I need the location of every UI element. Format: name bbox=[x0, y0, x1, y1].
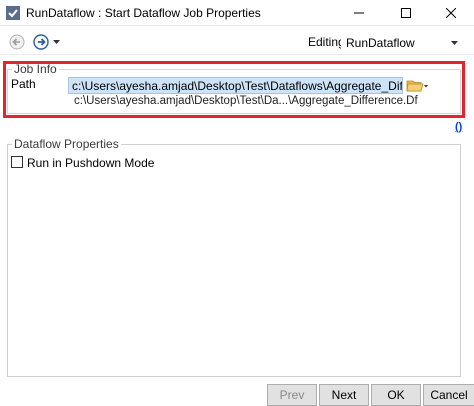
pushdown-checkbox[interactable] bbox=[11, 156, 23, 168]
minimize-icon bbox=[354, 12, 364, 14]
back-icon[interactable] bbox=[9, 34, 25, 50]
dataflow-properties-group: Dataflow Properties bbox=[7, 137, 461, 377]
maximize-icon bbox=[401, 8, 411, 18]
help-link[interactable]: () bbox=[455, 121, 462, 133]
highlight-box bbox=[3, 61, 465, 118]
pushdown-label[interactable]: Run in Pushdown Mode bbox=[27, 156, 154, 170]
cancel-button[interactable]: Cancel bbox=[423, 384, 474, 406]
minimize-button[interactable] bbox=[336, 0, 382, 26]
prev-button[interactable]: Prev bbox=[267, 384, 317, 406]
next-button[interactable]: Next bbox=[319, 384, 369, 406]
editing-value: RunDataflow bbox=[346, 36, 415, 50]
title-bar: RunDataflow : Start Dataflow Job Propert… bbox=[0, 0, 474, 26]
forward-icon[interactable] bbox=[33, 34, 49, 50]
close-button[interactable] bbox=[428, 0, 474, 26]
chevron-down-icon[interactable] bbox=[53, 40, 60, 45]
ok-button[interactable]: OK bbox=[371, 384, 421, 406]
maximize-button[interactable] bbox=[383, 0, 429, 26]
app-icon bbox=[6, 6, 20, 20]
chevron-down-icon bbox=[451, 41, 458, 45]
editing-select[interactable]: RunDataflow bbox=[341, 33, 463, 51]
dataflow-properties-legend: Dataflow Properties bbox=[12, 137, 121, 151]
window-title: RunDataflow : Start Dataflow Job Propert… bbox=[26, 6, 261, 20]
close-icon bbox=[446, 8, 456, 18]
toolbar: Editing: RunDataflow bbox=[0, 27, 474, 55]
